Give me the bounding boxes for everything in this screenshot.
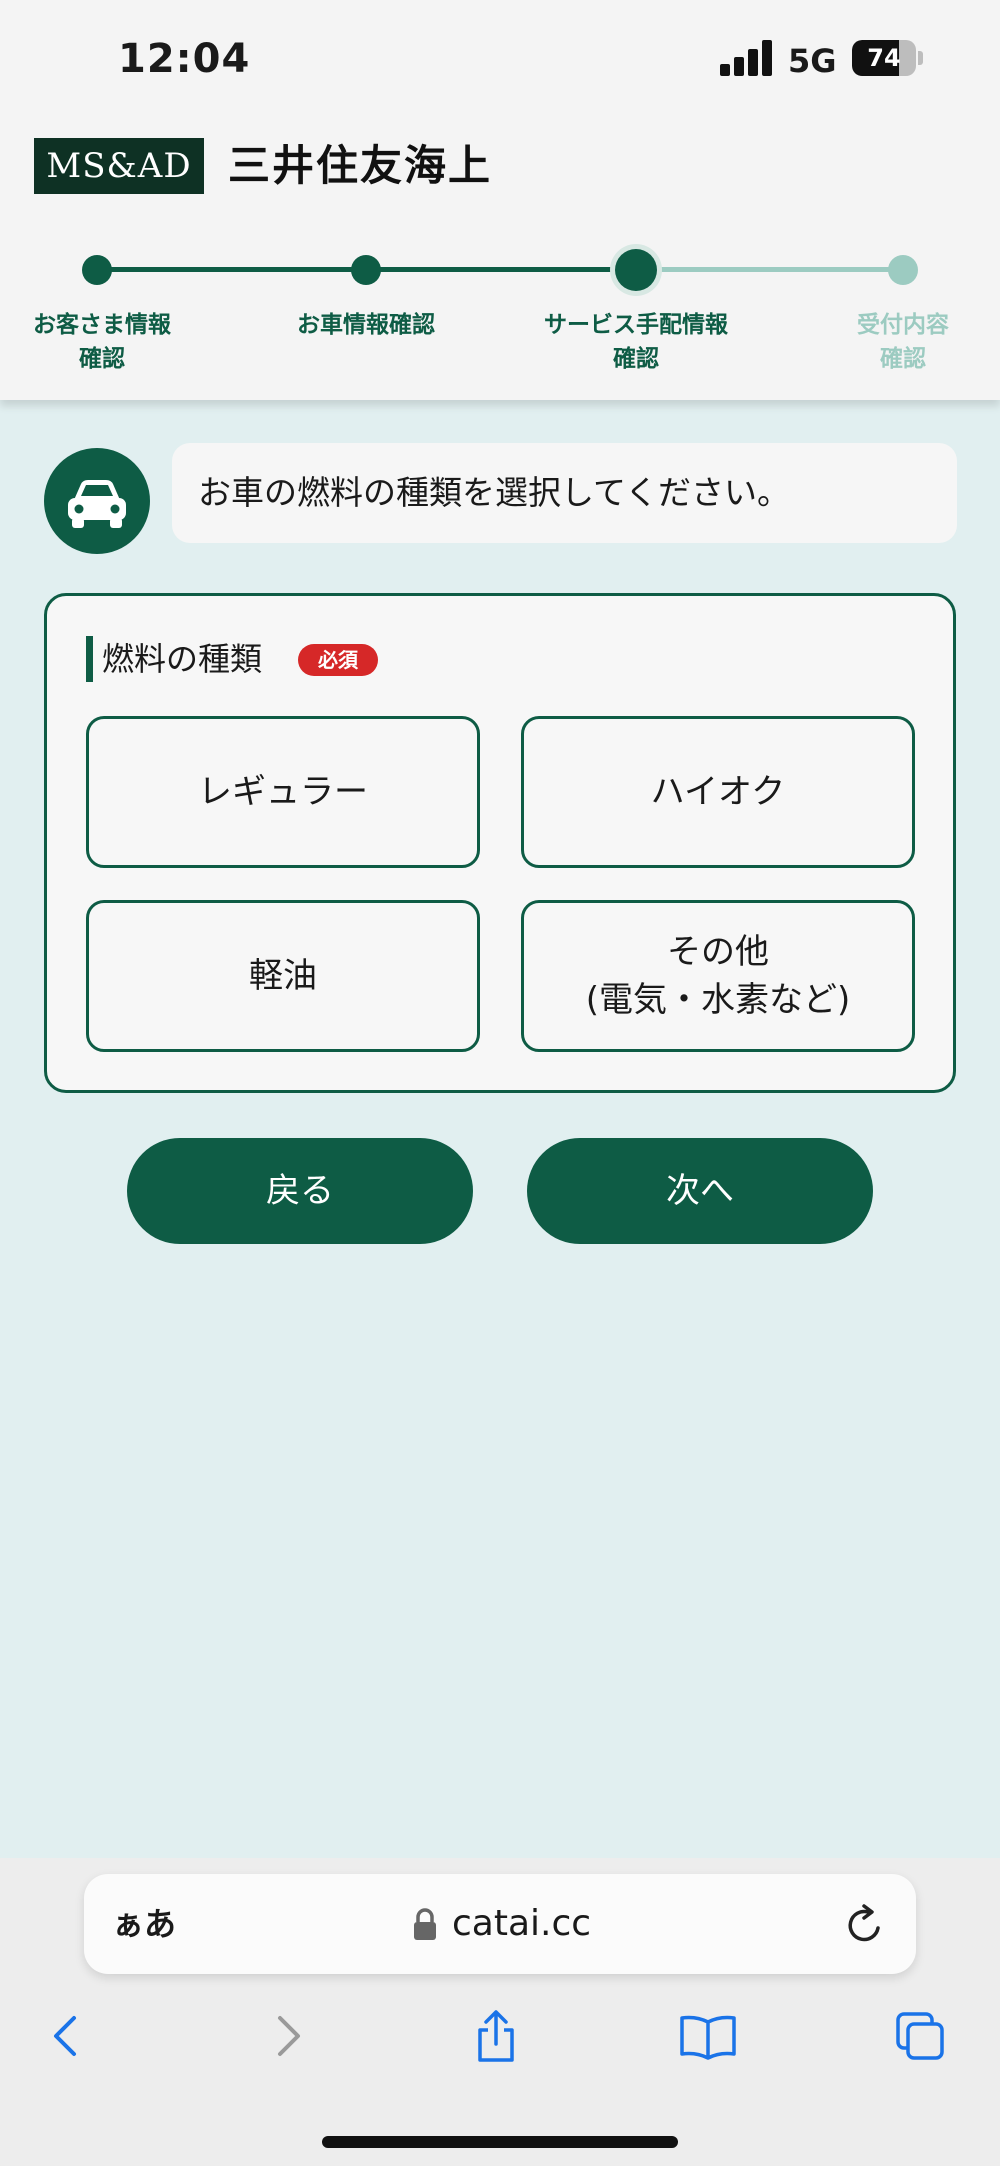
stepper-line-todo bbox=[630, 267, 902, 272]
fuel-option-other[interactable]: その他 (電気・水素など) bbox=[521, 900, 915, 1052]
next-button[interactable]: 次へ bbox=[527, 1138, 873, 1244]
step-label-4: 受付内容 確認 bbox=[857, 312, 949, 372]
back-arrow-icon[interactable] bbox=[40, 2008, 96, 2064]
car-icon bbox=[44, 448, 150, 554]
share-icon[interactable] bbox=[468, 2008, 524, 2064]
step-dot-3 bbox=[615, 249, 657, 291]
question-text: お車の燃料の種類を選択してください。 bbox=[172, 443, 957, 543]
battery-tip bbox=[918, 51, 923, 65]
home-indicator bbox=[322, 2136, 678, 2148]
battery-icon: 74 bbox=[852, 40, 916, 76]
required-badge: 必須 bbox=[298, 644, 378, 676]
status-time: 12:04 bbox=[118, 36, 251, 82]
step-dot-2 bbox=[351, 255, 381, 285]
battery-level: 74 bbox=[867, 44, 901, 72]
fuel-type-title: 燃料の種類 bbox=[102, 640, 263, 678]
step-label-3: サービス手配情報 確認 bbox=[544, 312, 728, 372]
bookmarks-icon[interactable] bbox=[678, 2008, 736, 2064]
back-button[interactable]: 戻る bbox=[127, 1138, 473, 1244]
url-text[interactable]: catai.cc bbox=[452, 1898, 591, 1950]
step-dot-4 bbox=[888, 255, 918, 285]
tabs-icon[interactable] bbox=[892, 2008, 948, 2064]
lock-icon bbox=[412, 1906, 438, 1942]
network-type: 5G bbox=[788, 42, 837, 80]
fuel-option-diesel[interactable]: 軽油 bbox=[86, 900, 480, 1052]
step-label-2: お車情報確認 bbox=[297, 312, 435, 338]
fuel-option-high-octane[interactable]: ハイオク bbox=[521, 716, 915, 868]
step-label-1: お客さま情報 確認 bbox=[33, 312, 171, 372]
section-accent-bar bbox=[86, 636, 93, 682]
text-size-button[interactable]: ぁあ bbox=[112, 1898, 176, 1950]
forward-arrow-icon[interactable] bbox=[258, 2008, 314, 2064]
fuel-option-regular[interactable]: レギュラー bbox=[86, 716, 480, 868]
msad-logo: MS&AD bbox=[34, 138, 204, 194]
step-dot-1 bbox=[82, 255, 112, 285]
company-name: 三井住友海上 bbox=[228, 141, 493, 190]
reload-icon[interactable] bbox=[844, 1898, 888, 1950]
signal-icon bbox=[720, 40, 774, 76]
